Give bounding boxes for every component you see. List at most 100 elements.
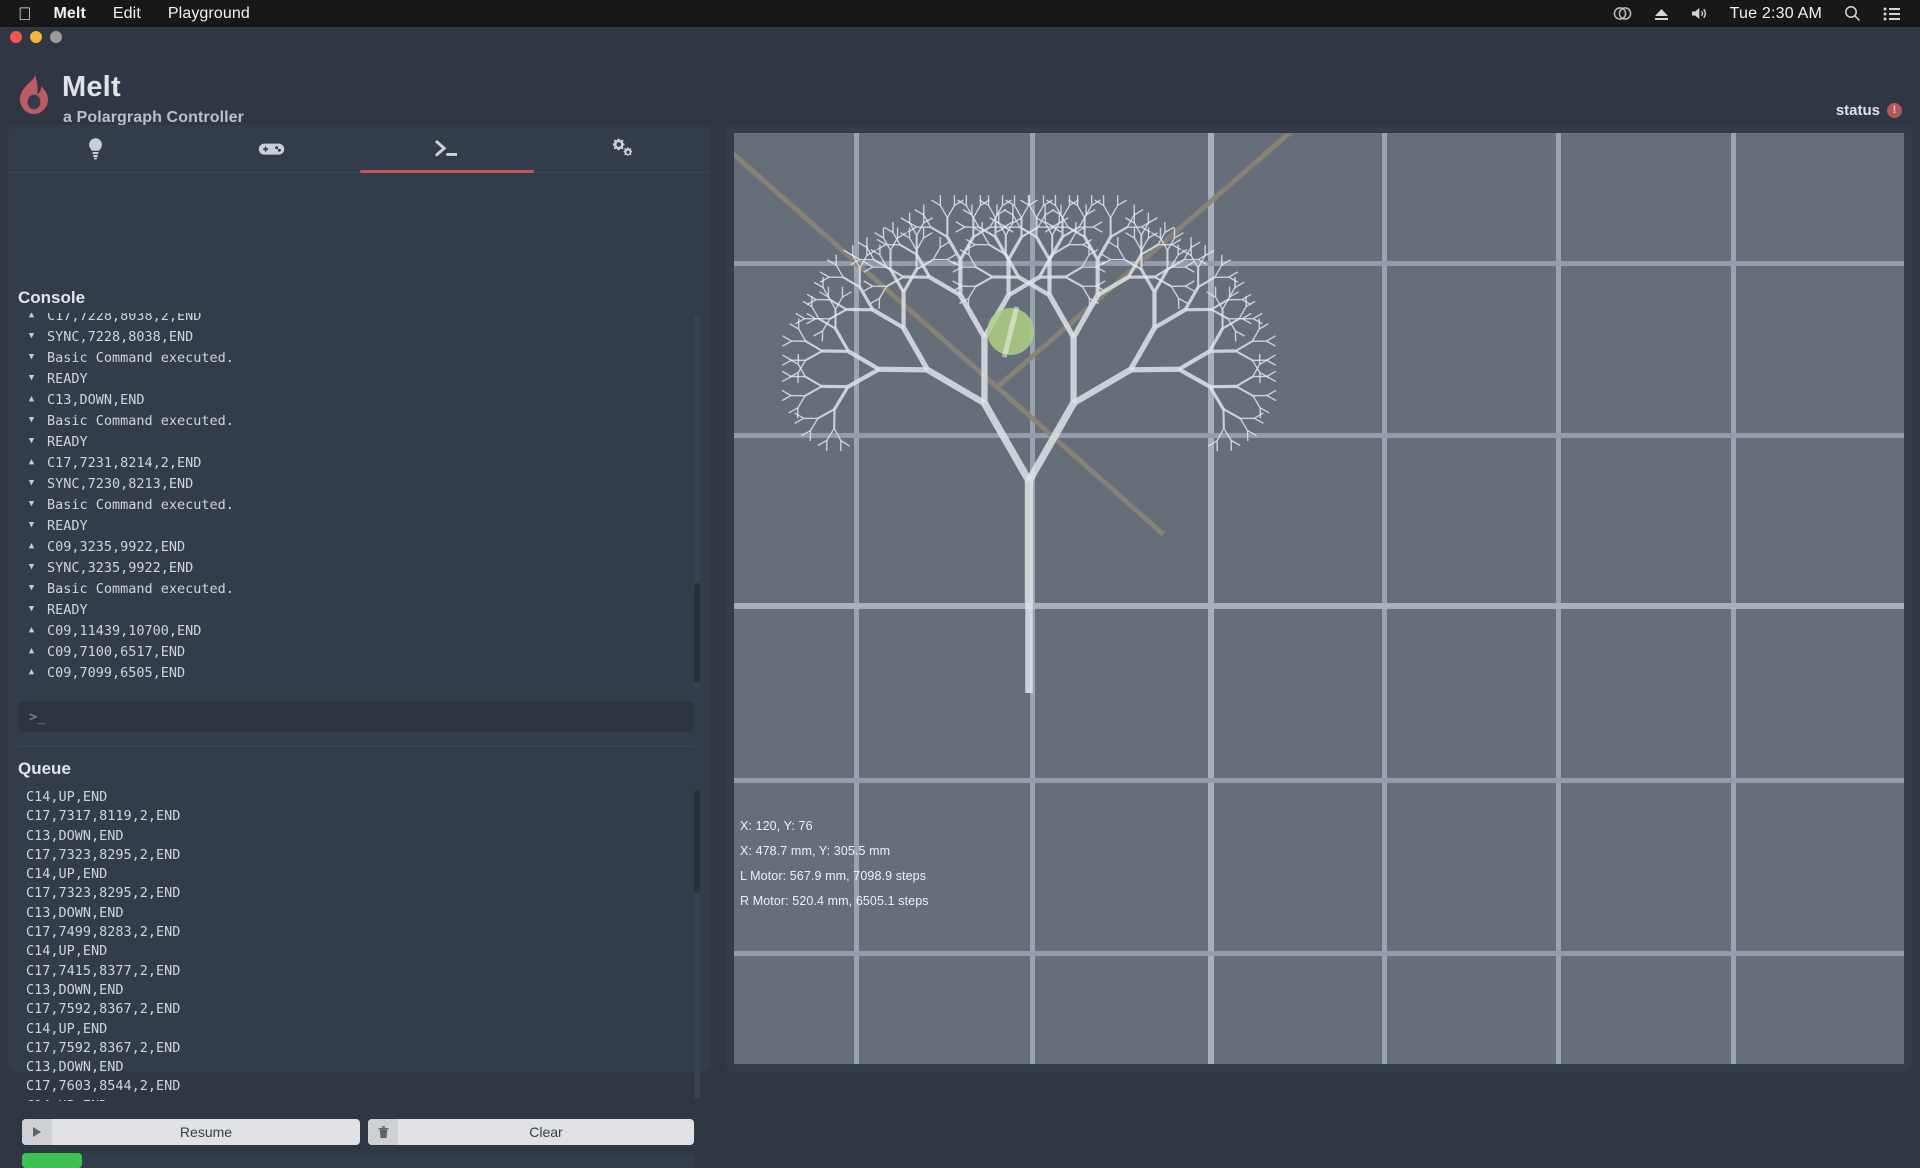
received-arrow-icon: ▼ <box>26 584 37 593</box>
queue-line: C17,7317,8119,2,END <box>16 807 702 826</box>
queue-scrollbar-thumb[interactable] <box>694 790 700 893</box>
console-line-text: READY <box>47 518 88 534</box>
play-icon <box>22 1119 52 1145</box>
console-line-text: SYNC,3235,9922,END <box>47 560 193 576</box>
sent-arrow-icon: ▲ <box>26 668 37 677</box>
console-line: ▼Basic Command executed. <box>16 494 702 515</box>
resume-button-label: Resume <box>52 1124 360 1140</box>
console-line: ▲ C09,7099,6505,END <box>16 662 702 683</box>
queue-list[interactable]: C14,UP,ENDC17,7317,8119,2,ENDC13,DOWN,EN… <box>16 788 702 1101</box>
control-center-icon[interactable] <box>1883 7 1900 21</box>
menu-item-playground[interactable]: Playground <box>168 5 250 23</box>
received-arrow-icon: ▼ <box>26 521 37 530</box>
queue-line: C13,DOWN,END <box>16 904 702 923</box>
console-line: ▼ READY <box>16 368 702 389</box>
menu-bar-clock[interactable]: Tue 2:30 AM <box>1730 5 1822 23</box>
console-line: ▲ C09,7100,6517,END <box>16 641 702 662</box>
queue-line: C13,DOWN,END <box>16 827 702 846</box>
queue-line: C14,UP,END <box>16 788 702 807</box>
lightbulb-icon <box>87 137 104 160</box>
menu-bar-status-items: Tue 2:30 AM <box>1613 5 1900 23</box>
queue-line: C13,DOWN,END <box>16 1058 702 1077</box>
console-line: ▼ READY <box>16 515 702 536</box>
status-badge: ! <box>1887 103 1902 118</box>
console-line: ▲ C17,7231,8214,2,END <box>16 452 702 473</box>
polargraph-canvas[interactable]: X: 120, Y: 76 X: 478.7 mm, Y: 305.5 mm L… <box>734 133 1904 1064</box>
left-panel: Console ▲C17,7228,8038,2,END▼SYNC,7228,8… <box>8 125 710 1072</box>
clear-button-label: Clear <box>398 1124 694 1140</box>
queue-line: C14,UP,END <box>16 1020 702 1039</box>
console-scrollbar[interactable] <box>694 315 700 689</box>
console-line: ▼SYNC,7228,8038,END <box>16 326 702 347</box>
console-line-text: READY <box>47 371 88 387</box>
volume-icon[interactable] <box>1691 6 1708 21</box>
flame-icon <box>14 69 54 115</box>
console-line: ▲C09,3235,9922,END <box>16 536 702 557</box>
macos-menu-bar:  Melt Edit Playground Tue 2:30 AM <box>0 0 1920 27</box>
console-line-text: SYNC,7230,8213,END <box>47 476 193 492</box>
queue-progress-bar <box>22 1153 694 1168</box>
command-input[interactable] <box>18 701 694 732</box>
sent-arrow-icon: ▲ <box>26 458 37 467</box>
app-header: Melt a Polargraph Controller status ! <box>0 39 1920 107</box>
tab-gamepad[interactable] <box>184 125 360 172</box>
console-line: ▲C13,DOWN,END <box>16 389 702 410</box>
menu-item-melt[interactable]: Melt <box>54 5 86 23</box>
apple-logo-icon[interactable]:  <box>18 5 32 23</box>
console-line-text: READY <box>47 434 88 450</box>
queue-line: C17,7592,8367,2,END <box>16 1000 702 1019</box>
eject-icon[interactable] <box>1654 7 1669 21</box>
clear-button[interactable]: Clear <box>368 1119 694 1145</box>
console-line-text: C09,7100,6517,END <box>47 644 185 660</box>
console-line-text: Basic Command executed. <box>47 413 234 429</box>
tab-settings[interactable] <box>535 125 711 172</box>
readout-left-motor: L Motor: 567.9 mm, 7098.9 steps <box>740 869 926 883</box>
tab-lightbulb[interactable] <box>8 125 184 172</box>
readout-right-motor: R Motor: 520.4 mm, 6505.1 steps <box>740 894 929 908</box>
queue-progress-fill <box>22 1153 82 1168</box>
app-window: Melt a Polargraph Controller status ! <box>0 27 1920 1080</box>
fractal-tree-drawing <box>734 133 1904 1064</box>
sent-arrow-icon: ▲ <box>26 647 37 656</box>
tab-console[interactable] <box>359 125 535 172</box>
console-line: ▼Basic Command executed. <box>16 410 702 431</box>
queue-scrollbar[interactable] <box>694 790 700 1099</box>
sent-arrow-icon: ▲ <box>26 395 37 404</box>
console-line-text: C17,7228,8038,2,END <box>47 313 201 324</box>
right-panel: X: 120, Y: 76 X: 478.7 mm, Y: 305.5 mm L… <box>726 125 1912 1072</box>
console-line: ▲ C17,7228,8038,2,END <box>16 313 702 326</box>
menu-item-edit[interactable]: Edit <box>113 5 141 23</box>
received-arrow-icon: ▼ <box>26 374 37 383</box>
queue-line: C17,7323,8295,2,END <box>16 884 702 903</box>
trash-icon <box>368 1119 398 1145</box>
received-arrow-icon: ▼ <box>26 605 37 614</box>
console-scrollbar-thumb[interactable] <box>694 583 700 683</box>
queue-line: C17,7603,8544,2,END <box>16 1077 702 1096</box>
status-indicator[interactable]: status ! <box>1836 102 1902 119</box>
resume-button[interactable]: Resume <box>22 1119 360 1145</box>
sent-arrow-icon: ▲ <box>26 542 37 551</box>
console-line: ▼ Basic Command executed. <box>16 578 702 599</box>
console-line-text: SYNC,7228,8038,END <box>47 329 193 345</box>
queue-heading: Queue <box>18 759 71 779</box>
gondola-marker[interactable] <box>987 308 1034 355</box>
console-line-text: C17,7231,8214,2,END <box>47 455 201 471</box>
queue-line: C17,7499,8283,2,END <box>16 923 702 942</box>
console-line-text: Basic Command executed. <box>47 350 234 366</box>
status-label: status <box>1836 102 1880 119</box>
terminal-prompt-icon <box>434 139 460 159</box>
queue-line: C14,UP,END <box>16 865 702 884</box>
console-line-text: C09,7099,6505,END <box>47 665 185 681</box>
readout-pixel-coords: X: 120, Y: 76 <box>740 819 813 833</box>
sent-arrow-icon: ▲ <box>26 626 37 635</box>
console-log[interactable]: ▲C17,7228,8038,2,END▼SYNC,7228,8038,END▼… <box>16 313 702 691</box>
console-line: ▼SYNC,7230,8213,END <box>16 473 702 494</box>
sent-arrow-icon: ▲ <box>26 313 37 320</box>
panel-divider <box>18 746 694 747</box>
console-line-text: READY <box>47 602 88 618</box>
console-line-text: Basic Command executed. <box>47 581 234 597</box>
adobe-creative-cloud-icon[interactable] <box>1613 6 1632 21</box>
received-arrow-icon: ▼ <box>26 563 37 572</box>
search-icon[interactable] <box>1844 5 1861 22</box>
console-line: ▼READY <box>16 431 702 452</box>
